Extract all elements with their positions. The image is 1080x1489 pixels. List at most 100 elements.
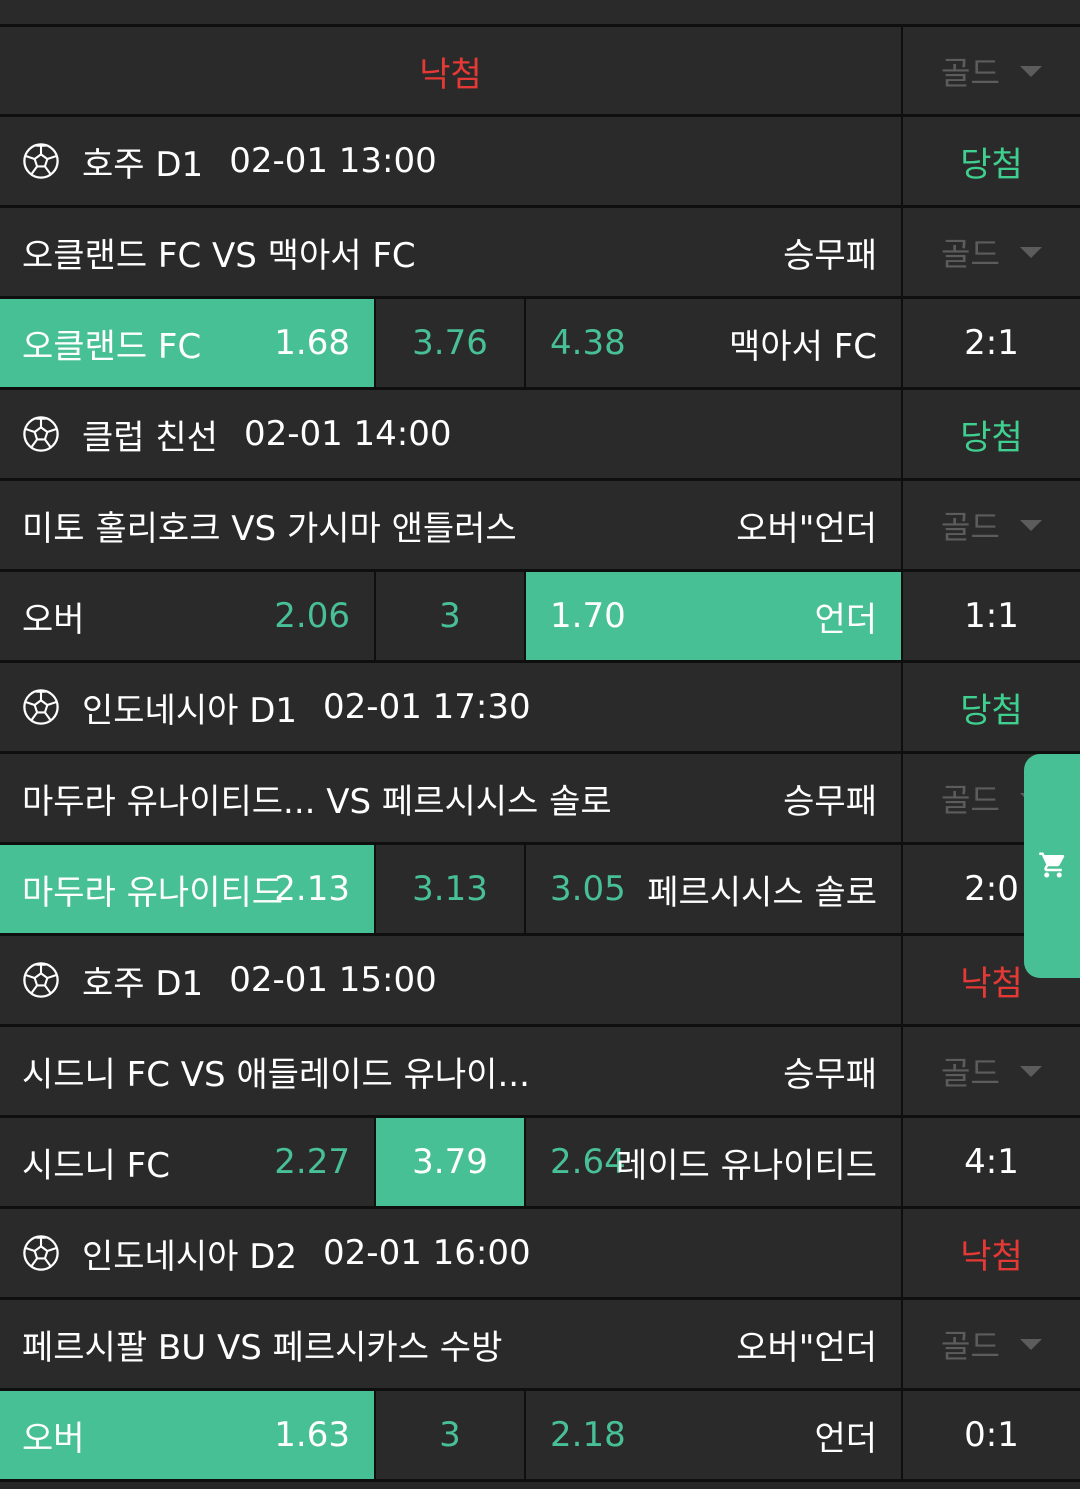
away-odd: 1.70 [550,596,626,636]
match-info: 오클랜드 FC VS 맥아서 FC 승무패 [0,208,901,296]
market-type: 승무패 [783,781,877,822]
odds-row: 오버 2.06 3 1.70 언더 1:1 [0,572,1080,660]
match-title: 페르시팔 BU VS 페르시카스 수방 [22,1327,503,1368]
home-label: 시드니 FC [22,1145,170,1186]
away-odds-button[interactable]: 1.70 언더 [526,572,901,660]
draw-odds-button[interactable]: 3.79 [376,1118,524,1206]
home-label: 오버 [22,1418,85,1459]
away-label: 레이드 유나이티드 [615,1145,877,1186]
away-odds-button[interactable]: 2.64 레이드 유나이티드 [526,1118,901,1206]
slip-header-row: 낙첨 골드 [0,27,1080,115]
market-type: 오버"언더 [736,508,877,549]
match-datetime: 02-01 16:00 [323,1233,531,1273]
match-title: 미토 홀리호크 VS 가시마 앤틀러스 [22,508,517,549]
league-name: 클럽 친선 [82,417,218,458]
league-row: 클럽 친선 02-01 14:00 당첨 [0,390,1080,478]
draw-odds-button[interactable]: 3.13 [376,845,524,933]
match-score: 0:1 [964,1415,1019,1455]
home-label: 오버 [22,599,85,640]
league-info: 클럽 친선 02-01 14:00 [22,390,452,478]
gold-select: 골드 [941,1048,1042,1094]
match-datetime: 02-01 15:00 [229,960,437,1000]
gold-dropdown[interactable]: 골드 [903,1300,1080,1388]
home-odds-button[interactable]: 마두라 유나이티드 2.13 [0,845,374,933]
away-odds-button[interactable]: 2.18 언더 [526,1391,901,1479]
draw-odd: 3.76 [412,323,488,363]
gold-dropdown[interactable]: 골드 [903,208,1080,296]
soccer-ball-icon [22,688,60,726]
cart-icon [1039,852,1065,878]
away-odd: 4.38 [550,323,626,363]
home-odds-button[interactable]: 오버 1.63 [0,1391,374,1479]
match-info: 시드니 FC VS 애들레이드 유나이... 승무패 [0,1027,901,1115]
gold-label: 골드 [941,781,1000,819]
away-label: 언더 [814,599,877,640]
soccer-ball-icon [22,1234,60,1272]
cart-button[interactable] [1024,754,1080,978]
home-label: 오클랜드 FC [22,326,202,367]
gold-label: 골드 [941,1327,1000,1365]
odds-row: 오클랜드 FC 1.68 3.76 4.38 맥아서 FC 2:1 [0,299,1080,387]
chevron-down-icon [1019,519,1042,531]
away-label: 언더 [814,1418,877,1459]
match-row: 시드니 FC VS 애들레이드 유나이... 승무패 골드 [0,1027,1080,1115]
match-datetime: 02-01 17:30 [323,687,531,727]
league-row: 인도네시아 D1 02-01 17:30 당첨 [0,663,1080,751]
odds-row: 오버 1.63 3 2.18 언더 0:1 [0,1391,1080,1479]
match-score: 1:1 [964,596,1019,636]
soccer-ball-icon [22,142,60,180]
league-info: 인도네시아 D1 02-01 17:30 [22,663,531,751]
home-odds-button[interactable]: 오클랜드 FC 1.68 [0,299,374,387]
league-info: 호주 D1 02-01 13:00 [22,117,437,205]
home-odd: 1.63 [274,1415,350,1455]
soccer-ball-icon [22,415,60,453]
result-badge: 당첨 [960,690,1023,731]
gold-select: 골드 [941,502,1042,548]
chevron-down-icon [1019,1338,1042,1350]
match-info: 페르시팔 BU VS 페르시카스 수방 오버"언더 [0,1300,901,1388]
league-name: 호주 D1 [82,963,204,1004]
match-title: 시드니 FC VS 애들레이드 유나이... [22,1054,530,1095]
gold-select: 골드 [941,1321,1042,1367]
league-name: 인도네시아 D1 [82,690,298,731]
draw-odds-button[interactable]: 3 [376,1391,524,1479]
gold-dropdown[interactable]: 골드 [903,1027,1080,1115]
home-odds-button[interactable]: 오버 2.06 [0,572,374,660]
draw-odd: 3.13 [412,869,488,909]
result-badge: 당첨 [960,417,1023,458]
gold-dropdown[interactable]: 골드 [903,481,1080,569]
match-title: 오클랜드 FC VS 맥아서 FC [22,235,416,276]
gold-dropdown[interactable]: 골드 [903,27,1080,115]
away-odds-button[interactable]: 4.38 맥아서 FC [526,299,901,387]
draw-odds-button[interactable]: 3.76 [376,299,524,387]
match-row: 페르시팔 BU VS 페르시카스 수방 오버"언더 골드 [0,1300,1080,1388]
match-datetime: 02-01 13:00 [229,141,437,181]
gold-select: 골드 [941,229,1042,275]
slip-status: 낙첨 [419,54,482,95]
league-row: 호주 D1 02-01 13:00 당첨 [0,117,1080,205]
match-row: 미토 홀리호크 VS 가시마 앤틀러스 오버"언더 골드 [0,481,1080,569]
odds-row: 시드니 FC 2.27 3.79 2.64 레이드 유나이티드 4:1 [0,1118,1080,1206]
league-row: 인도네시아 D2 02-01 16:00 낙첨 [0,1209,1080,1297]
league-info: 인도네시아 D2 02-01 16:00 [22,1209,531,1297]
match-score: 4:1 [964,1142,1019,1182]
chevron-down-icon [1019,246,1042,258]
draw-odd: 3 [439,596,461,636]
draw-odd: 3.79 [412,1142,488,1182]
gold-label: 골드 [941,54,1000,92]
bet-slip-list: 낙첨 골드 호주 D1 02-01 13:00 당첨 오클랜드 FC VS 맥아서 F… [0,0,1080,1489]
match-info: 미토 홀리호크 VS 가시마 앤틀러스 오버"언더 [0,481,901,569]
market-type: 승무패 [783,1054,877,1095]
home-odd: 2.06 [274,596,350,636]
odds-row: 마두라 유나이티드 2.13 3.13 3.05 페르시시스 솔로 2:0 [0,845,1080,933]
draw-odd: 3 [439,1415,461,1455]
result-badge: 낙첨 [960,1236,1023,1277]
home-odd: 2.27 [274,1142,350,1182]
top-strip [0,0,1080,24]
home-odds-button[interactable]: 시드니 FC 2.27 [0,1118,374,1206]
away-odds-button[interactable]: 3.05 페르시시스 솔로 [526,845,901,933]
home-odd: 2.13 [274,869,350,909]
away-odd: 2.18 [550,1415,626,1455]
draw-odds-button[interactable]: 3 [376,572,524,660]
market-type: 승무패 [783,235,877,276]
